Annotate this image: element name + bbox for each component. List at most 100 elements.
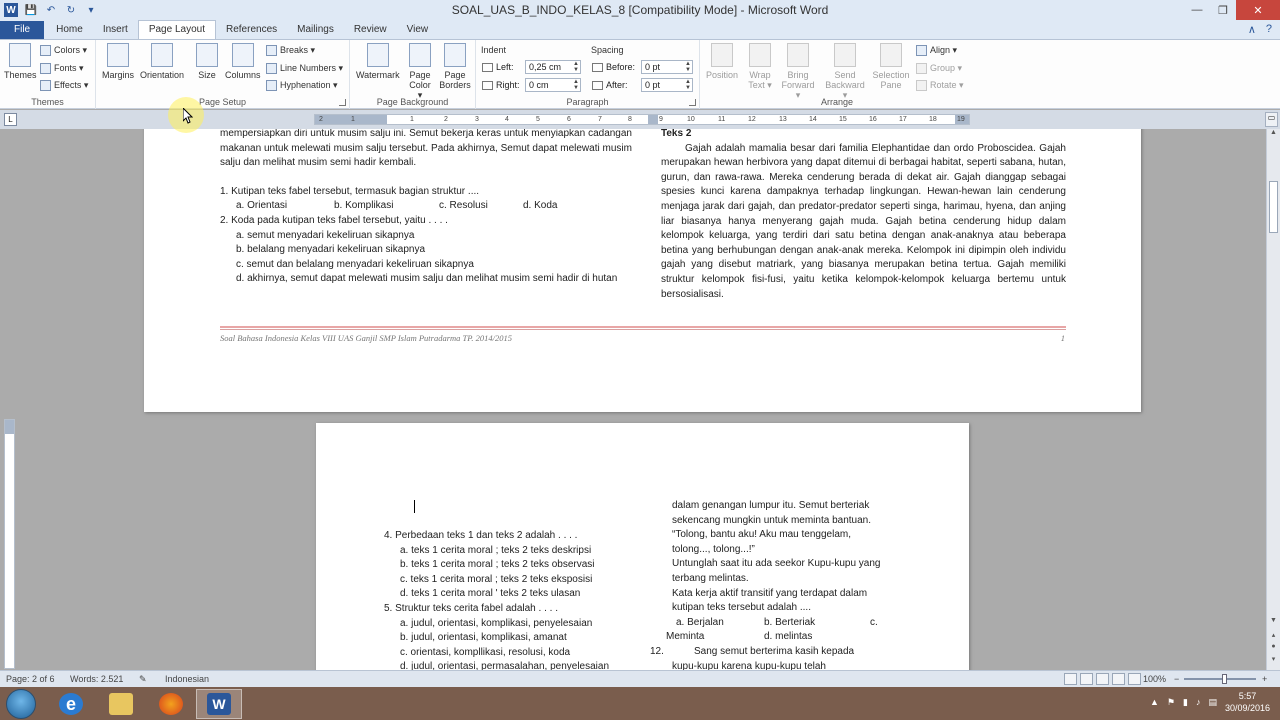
next-page-icon[interactable]: ▾: [1268, 655, 1279, 666]
word-app-icon[interactable]: W: [4, 3, 18, 17]
word-taskbar-icon[interactable]: W: [196, 689, 242, 719]
tray-arrow-icon[interactable]: ▲: [1150, 697, 1159, 707]
spin-arrows-icon[interactable]: ▲ ▼: [573, 79, 579, 91]
zoom-level[interactable]: 100%: [1143, 674, 1166, 684]
undo-icon[interactable]: ↶: [44, 3, 58, 17]
firefox-icon[interactable]: [148, 689, 194, 719]
tab-insert[interactable]: Insert: [93, 21, 138, 39]
zoom-in-icon[interactable]: +: [1262, 674, 1267, 684]
colors-button[interactable]: Colors ▾: [40, 43, 87, 57]
watermark-button[interactable]: Watermark: [356, 43, 400, 80]
ruler-tick: 4: [505, 116, 509, 123]
bring-forward-label: Bring Forward ▾: [781, 70, 815, 100]
document-area[interactable]: mempersiapkan diri untuk musim salju ini…: [0, 129, 1266, 670]
align-button[interactable]: Align ▾: [916, 43, 957, 57]
outline-view-icon[interactable]: [1112, 673, 1125, 685]
zoom-slider[interactable]: [1184, 678, 1256, 680]
page-borders-button[interactable]: Page Borders: [438, 43, 472, 90]
horizontal-ruler[interactable]: 2 1 1 2 3 4 5 6 7 8 9 10 11 12 13 14 15 …: [314, 114, 970, 125]
effects-button[interactable]: Effects ▾: [40, 78, 88, 92]
p2-option-d: d. melintas: [764, 631, 813, 643]
wrap-text-button[interactable]: Wrap Text ▾: [746, 43, 774, 90]
view-ruler-icon[interactable]: ▭: [1265, 112, 1278, 127]
columns-button[interactable]: Columns: [225, 43, 261, 80]
hyphenation-button[interactable]: Hyphenation ▾: [266, 78, 338, 92]
tab-page-layout[interactable]: Page Layout: [137, 20, 216, 39]
firefox-glyph: [159, 693, 183, 715]
help-icon[interactable]: ?: [1266, 23, 1272, 36]
scroll-down-icon[interactable]: ▼: [1268, 617, 1279, 628]
spin-arrows-icon[interactable]: ▲ ▼: [685, 61, 691, 73]
save-icon[interactable]: 💾: [24, 3, 38, 17]
rotate-button[interactable]: Rotate ▾: [916, 78, 964, 92]
language-bar-icon[interactable]: ▤: [1208, 697, 1217, 708]
language[interactable]: Indonesian: [165, 674, 209, 684]
spin-arrows-icon[interactable]: ▲ ▼: [573, 61, 579, 73]
scroll-up-icon[interactable]: ▲: [1268, 129, 1279, 140]
send-backward-button[interactable]: Send Backward ▾: [822, 43, 868, 100]
spacing-after-input[interactable]: 0 pt ▲ ▼: [641, 78, 693, 92]
page-color-button[interactable]: Page Color ▾: [406, 43, 434, 100]
tab-selector-icon[interactable]: L: [4, 113, 17, 126]
p2-line-2: sekencang mungkin untuk meminta bantuan.: [672, 514, 872, 526]
page-2[interactable]: 4. Perbedaan teks 1 dan teks 2 adalah . …: [316, 423, 969, 670]
indent-right-input[interactable]: 0 cm ▲ ▼: [525, 78, 581, 92]
page-1[interactable]: mempersiapkan diri untuk musim salju ini…: [144, 129, 1141, 412]
full-screen-reading-icon[interactable]: [1080, 673, 1093, 685]
clock[interactable]: 5:57 30/09/2016: [1225, 690, 1270, 714]
page-count[interactable]: Page: 2 of 6: [6, 674, 55, 684]
tab-review[interactable]: Review: [344, 21, 397, 39]
breaks-button[interactable]: Breaks ▾: [266, 43, 315, 57]
volume-icon[interactable]: ♪: [1196, 697, 1201, 707]
zoom-slider-knob[interactable]: [1222, 674, 1227, 684]
vertical-ruler[interactable]: [4, 419, 15, 669]
file-explorer-icon[interactable]: [98, 689, 144, 719]
vertical-scrollbar[interactable]: ▲ ▼ ▴ ● ▾: [1266, 129, 1280, 670]
print-layout-view-icon[interactable]: [1064, 673, 1077, 685]
margins-button[interactable]: Margins: [102, 43, 134, 80]
orientation-button[interactable]: Orientation: [140, 43, 184, 80]
page-background-group: Watermark Page Color ▾ Page Borders Page…: [350, 40, 476, 109]
bring-forward-button[interactable]: Bring Forward ▾: [778, 43, 818, 100]
previous-page-icon[interactable]: ▴: [1268, 631, 1279, 642]
page-setup-launcher-icon[interactable]: [339, 99, 346, 106]
ruler-tick: 9: [659, 116, 663, 123]
group-button[interactable]: Group ▾: [916, 61, 962, 75]
customize-qat-icon[interactable]: ▾: [84, 3, 98, 17]
spin-arrows-icon[interactable]: ▲ ▼: [685, 79, 691, 91]
spacing-after-icon: [592, 80, 603, 90]
tab-references[interactable]: References: [216, 21, 287, 39]
tab-file[interactable]: File: [0, 21, 45, 39]
minimize-ribbon-icon[interactable]: ∧: [1248, 23, 1256, 36]
close-button[interactable]: ✕: [1236, 0, 1280, 20]
restore-button[interactable]: ❐: [1210, 0, 1236, 20]
network-icon[interactable]: ▮: [1183, 697, 1188, 708]
redo-icon[interactable]: ↻: [64, 3, 78, 17]
selection-pane-button[interactable]: Selection Pane: [870, 43, 912, 90]
line-numbers-button[interactable]: Line Numbers ▾: [266, 61, 343, 75]
internet-explorer-icon[interactable]: e: [48, 689, 94, 719]
zoom-out-icon[interactable]: −: [1174, 674, 1179, 684]
tab-home[interactable]: Home: [46, 21, 93, 39]
indent-left-input[interactable]: 0,25 cm ▲ ▼: [525, 60, 581, 74]
proofing-icon[interactable]: ✎: [139, 674, 147, 685]
flag-icon[interactable]: ⚑: [1167, 697, 1175, 708]
start-button-icon[interactable]: [6, 689, 36, 719]
size-label: Size: [198, 70, 216, 80]
fonts-button[interactable]: Fonts ▾: [40, 61, 84, 75]
themes-button[interactable]: Themes: [4, 43, 37, 80]
page-setup-group: Margins Orientation Size Columns Breaks …: [96, 40, 350, 109]
minimize-button[interactable]: —: [1184, 0, 1210, 20]
web-layout-icon[interactable]: [1096, 673, 1109, 685]
position-button[interactable]: Position: [706, 43, 738, 80]
paragraph-launcher-icon[interactable]: [689, 99, 696, 106]
size-button[interactable]: Size: [196, 43, 218, 80]
draft-view-icon[interactable]: [1128, 673, 1141, 685]
spacing-before-input[interactable]: 0 pt ▲ ▼: [641, 60, 693, 74]
select-browse-object-icon[interactable]: ●: [1268, 643, 1279, 654]
tab-view[interactable]: View: [397, 21, 439, 39]
tab-mailings[interactable]: Mailings: [287, 21, 344, 39]
rotate-icon: [916, 79, 927, 91]
scroll-thumb[interactable]: [1269, 181, 1278, 233]
word-count[interactable]: Words: 2.521: [70, 674, 123, 684]
